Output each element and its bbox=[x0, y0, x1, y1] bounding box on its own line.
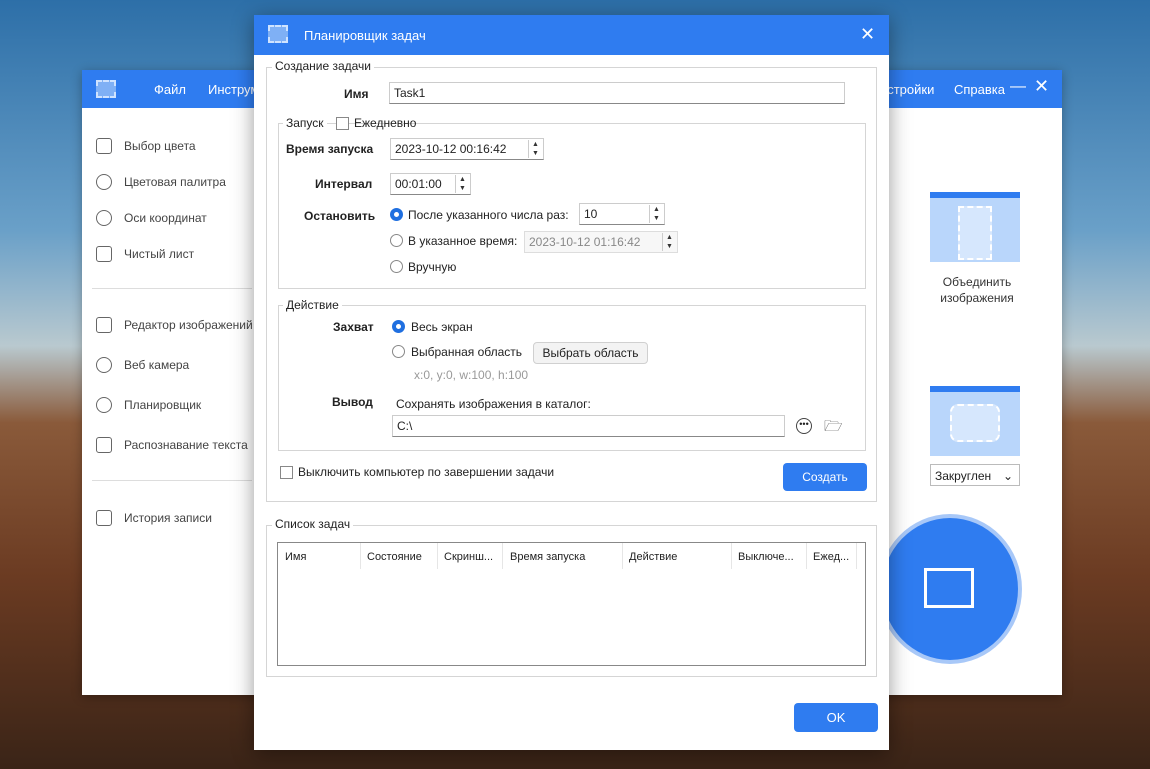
capture-button[interactable] bbox=[878, 514, 1022, 664]
full-screen-radio[interactable] bbox=[392, 320, 405, 333]
task-list-legend: Список задач bbox=[272, 517, 354, 531]
column-daily[interactable]: Ежед... bbox=[813, 551, 849, 563]
sidebar-item-editor[interactable]: Редактор изображений bbox=[96, 317, 253, 333]
column-action[interactable]: Действие bbox=[629, 551, 677, 563]
sidebar-item-webcam[interactable]: Веб камера bbox=[96, 357, 189, 373]
more-options-icon[interactable]: ••• bbox=[796, 418, 812, 434]
merge-images-label: Объединить изображения bbox=[940, 275, 1014, 305]
spinner-icon: ▲ ▼ bbox=[528, 140, 542, 158]
stop-at-label: В указанное время: bbox=[408, 234, 518, 248]
save-folder-label: Сохранять изображения в каталог: bbox=[396, 397, 591, 411]
create-button[interactable]: Создать bbox=[783, 463, 867, 491]
dialog-title: Планировщик задач bbox=[304, 28, 426, 43]
selected-area-label: Выбранная область bbox=[411, 345, 523, 359]
palette-icon bbox=[96, 174, 112, 190]
task-table[interactable]: Имя Состояние Скринш... Время запуска Де… bbox=[277, 542, 866, 666]
webcam-icon bbox=[96, 357, 112, 373]
stop-after-radio[interactable] bbox=[390, 208, 403, 221]
spinner-icon: ▲ ▼ bbox=[455, 175, 469, 193]
column-start-time[interactable]: Время запуска bbox=[510, 551, 585, 563]
interval-label: Интервал bbox=[315, 177, 373, 191]
column-state[interactable]: Состояние bbox=[367, 551, 422, 563]
folder-path-input[interactable]: C:\ bbox=[392, 415, 785, 437]
stop-manual-label: Вручную bbox=[408, 260, 457, 274]
pen-icon bbox=[96, 317, 112, 333]
name-input[interactable]: Task1 bbox=[389, 82, 845, 104]
stop-time-input[interactable]: 2023-10-12 01:16:42 ▲ ▼ bbox=[524, 231, 678, 253]
sidebar-item-history[interactable]: История записи bbox=[96, 510, 212, 526]
start-time-input[interactable]: 2023-10-12 00:16:42 ▲ ▼ bbox=[390, 138, 544, 160]
divider bbox=[92, 288, 252, 289]
menu-file[interactable]: Файл bbox=[154, 82, 186, 97]
daily-label: Ежедневно bbox=[354, 116, 417, 130]
name-label: Имя bbox=[344, 87, 369, 101]
output-label: Вывод bbox=[332, 395, 373, 409]
shutdown-checkbox[interactable] bbox=[280, 466, 293, 479]
task-scheduler-dialog: Планировщик задач ✕ Создание задачи Имя … bbox=[254, 15, 889, 750]
ok-button[interactable]: OK bbox=[794, 703, 878, 732]
open-folder-icon[interactable]: 🗁 bbox=[824, 416, 843, 441]
spinner-icon: ▲ ▼ bbox=[662, 233, 676, 251]
monitor-icon bbox=[96, 246, 112, 262]
launch-legend: Запуск bbox=[283, 116, 327, 130]
sidebar-item-palette[interactable]: Цветовая палитра bbox=[96, 174, 226, 190]
area-coords: x:0, y:0, w:100, h:100 bbox=[414, 368, 529, 382]
stop-at-radio[interactable] bbox=[390, 234, 403, 247]
close-icon[interactable]: ✕ bbox=[860, 24, 875, 45]
app-logo-icon bbox=[268, 25, 288, 43]
dialog-titlebar: Планировщик задач ✕ bbox=[254, 15, 889, 55]
close-icon[interactable]: ✕ bbox=[1034, 76, 1049, 97]
stop-label: Остановить bbox=[304, 209, 376, 223]
pen-icon bbox=[96, 138, 112, 154]
stop-after-label: После указанного числа раз: bbox=[408, 208, 569, 222]
clipboard-icon bbox=[96, 510, 112, 526]
sidebar-item-ocr[interactable]: Распознавание текста bbox=[96, 437, 248, 453]
crosshair-icon bbox=[96, 210, 112, 226]
rounded-capture-icon[interactable] bbox=[930, 386, 1020, 456]
column-shutdown[interactable]: Выключе... bbox=[738, 551, 794, 563]
menu-help[interactable]: Справка bbox=[954, 82, 1005, 97]
selected-area-radio[interactable] bbox=[392, 345, 405, 358]
crop-image-icon bbox=[924, 568, 974, 608]
clock-icon bbox=[96, 397, 112, 413]
minimize-icon[interactable]: — bbox=[1010, 78, 1026, 96]
full-screen-label: Весь экран bbox=[411, 320, 473, 334]
column-name[interactable]: Имя bbox=[285, 551, 306, 563]
app-logo-icon bbox=[96, 80, 116, 98]
stop-manual-radio[interactable] bbox=[390, 260, 403, 273]
action-legend: Действие bbox=[283, 298, 342, 312]
stop-count-input[interactable]: 10 ▲ ▼ bbox=[579, 203, 665, 225]
shutdown-label: Выключить компьютер по завершении задачи bbox=[298, 465, 555, 479]
capture-label: Захват bbox=[333, 320, 374, 334]
select-area-button[interactable]: Выбрать область bbox=[533, 342, 648, 364]
create-task-legend: Создание задачи bbox=[272, 59, 374, 73]
shape-select[interactable]: Закруглен ⌄ bbox=[930, 464, 1020, 486]
sidebar-item-scheduler[interactable]: Планировщик bbox=[96, 397, 201, 413]
divider bbox=[92, 480, 252, 481]
merge-images-icon[interactable] bbox=[930, 192, 1020, 262]
column-screenshot[interactable]: Скринш... bbox=[444, 551, 493, 563]
table-header: Имя Состояние Скринш... Время запуска Де… bbox=[278, 543, 865, 569]
ocr-icon bbox=[96, 437, 112, 453]
menu-tools[interactable]: Инструм bbox=[208, 82, 259, 97]
sidebar-item-color-picker[interactable]: Выбор цвета bbox=[96, 138, 196, 154]
sidebar-item-axes[interactable]: Оси координат bbox=[96, 210, 207, 226]
sidebar-item-blank[interactable]: Чистый лист bbox=[96, 246, 194, 262]
start-time-label: Время запуска bbox=[286, 142, 374, 156]
interval-input[interactable]: 00:01:00 ▲ ▼ bbox=[390, 173, 471, 195]
daily-checkbox[interactable] bbox=[336, 117, 349, 130]
spinner-icon: ▲ ▼ bbox=[649, 205, 663, 223]
